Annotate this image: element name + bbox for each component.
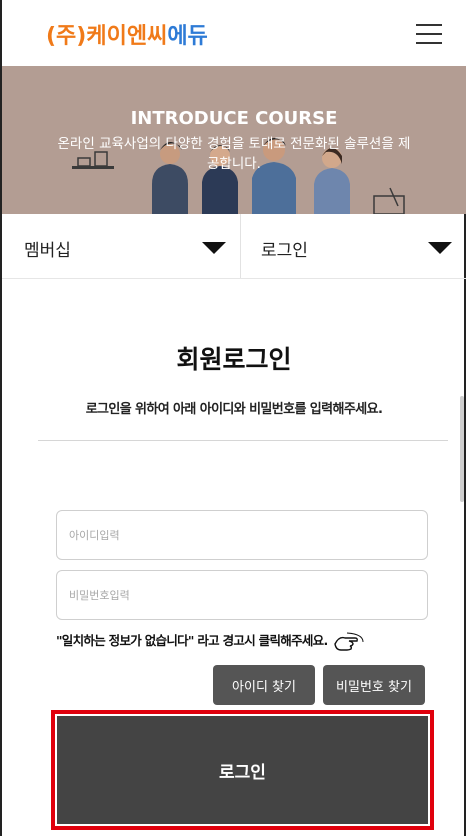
login-button[interactable]: 로그인 [57,716,428,824]
caret-down-icon [202,242,226,254]
mismatch-warning-hint[interactable]: "일치하는 정보가 없습니다" 라고 경고시 클릭해주세요. [56,630,365,652]
page-title: 회원로그인 [176,345,292,374]
warning-text: "일치하는 정보가 없습니다" 라고 경고시 클릭해주세요. [56,633,328,648]
banner-subtitle: 온라인 교육사업의 다양한 경험을 토대로 전문화된 솔루션을 제공합니다. [57,136,411,172]
login-dropdown-label: 로그인 [261,241,308,261]
find-id-button[interactable]: 아이디 찾기 [213,665,315,705]
sub-navigation: 멤버십 로그인 [2,214,466,279]
divider [38,440,448,441]
site-logo[interactable]: (주)케이엔씨에듀 [46,18,208,50]
scrollbar[interactable] [460,396,464,502]
user-id-input[interactable] [56,510,428,560]
login-dropdown[interactable]: 로그인 [241,214,466,278]
banner-title: INTRODUCE COURSE [130,108,338,129]
logo-edu-text: 에듀 [167,24,208,49]
find-password-button[interactable]: 비밀번호 찾기 [323,665,425,705]
course-banner: INTRODUCE COURSE 온라인 교육사업의 다양한 경험을 토대로 전… [2,66,466,214]
pointing-hand-icon [334,632,364,651]
login-button-highlight: 로그인 [51,710,434,830]
caret-down-icon [428,242,452,254]
site-header: (주)케이엔씨에듀 [2,0,466,66]
password-input[interactable] [56,570,428,620]
page-description: 로그인을 위하여 아래 아이디와 비밀번호를 입력해주세요. [85,402,383,417]
logo-company-text: (주)케이엔씨 [46,24,168,49]
hamburger-menu-icon[interactable] [416,24,442,44]
membership-dropdown[interactable]: 멤버십 [2,214,241,278]
membership-dropdown-label: 멤버십 [24,241,71,261]
